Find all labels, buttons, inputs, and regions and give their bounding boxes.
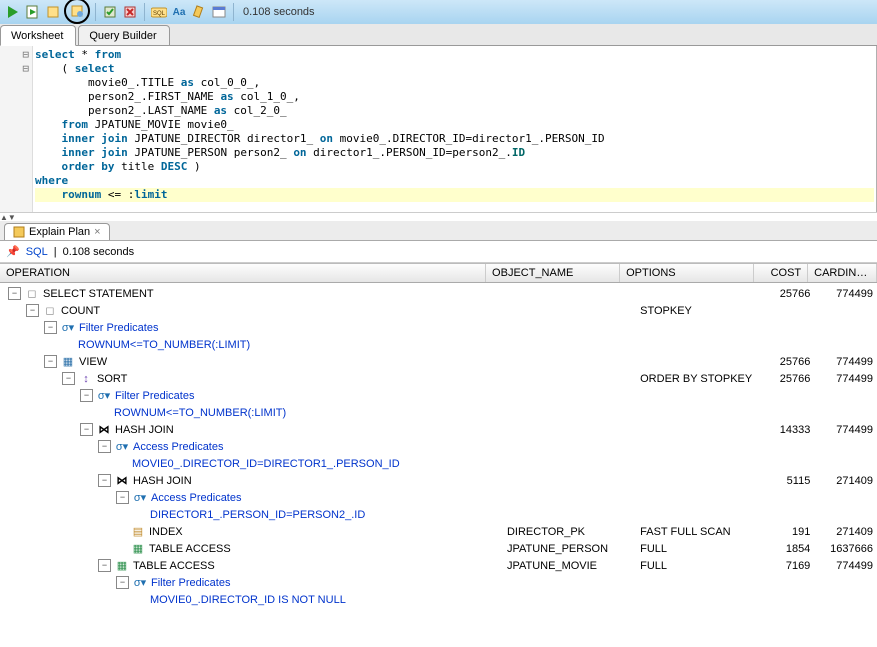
close-icon[interactable]: ×: [94, 226, 100, 238]
collapse-icon[interactable]: −: [44, 355, 57, 368]
plan-row[interactable]: −▦VIEW 25766774499: [4, 353, 877, 370]
plan-row[interactable]: −⋈HASH JOIN 14333774499: [4, 421, 877, 438]
result-tabs: Explain Plan ×: [0, 221, 877, 241]
sql-link[interactable]: SQL: [26, 246, 48, 258]
col-operation[interactable]: OPERATION: [0, 264, 486, 282]
join-icon: ⋈: [97, 423, 111, 436]
table-icon: ▦: [131, 542, 145, 555]
sql-history-button[interactable]: SQL: [150, 3, 168, 21]
tab-explain-plan[interactable]: Explain Plan ×: [4, 223, 110, 240]
collapse-icon[interactable]: −: [80, 389, 93, 402]
run-button[interactable]: [4, 3, 22, 21]
collapse-icon[interactable]: −: [44, 321, 57, 334]
plan-row-predicate-detail[interactable]: ROWNUM<=TO_NUMBER(:LIMIT): [4, 336, 877, 353]
commit-button[interactable]: [101, 3, 119, 21]
sigma-icon: σ▾: [115, 440, 129, 453]
plan-row-predicate-detail[interactable]: MOVIE0_.DIRECTOR_ID=DIRECTOR1_.PERSON_ID: [4, 455, 877, 472]
tab-worksheet[interactable]: Worksheet: [0, 25, 76, 46]
collapse-icon[interactable]: −: [98, 440, 111, 453]
autotrace-button[interactable]: [68, 2, 86, 20]
collapse-icon[interactable]: −: [116, 576, 129, 589]
plan-row[interactable]: −◻SELECT STATEMENT 25766774499: [4, 285, 877, 302]
result-tab-label: Explain Plan: [29, 226, 90, 238]
collapse-icon[interactable]: −: [26, 304, 39, 317]
plan-row-predicate-detail[interactable]: MOVIE0_.DIRECTOR_ID IS NOT NULL: [4, 591, 877, 608]
collapse-icon[interactable]: −: [116, 491, 129, 504]
execution-time: 0.108 seconds: [243, 6, 315, 18]
plan-row-predicate[interactable]: −σ▾Filter Predicates: [4, 574, 877, 591]
result-toolbar: 📌 SQL | 0.108 seconds: [0, 241, 877, 263]
collapse-icon[interactable]: −: [62, 372, 75, 385]
sql-code[interactable]: select * from ( select movie0_.TITLE as …: [33, 46, 877, 212]
to-upper-button[interactable]: Aa: [170, 3, 188, 21]
index-icon: ▤: [131, 525, 145, 538]
explain-plan-button[interactable]: [44, 3, 62, 21]
sort-icon: ↕: [79, 373, 93, 385]
pin-icon[interactable]: 📌: [6, 245, 20, 258]
plan-row[interactable]: ▤INDEX DIRECTOR_PKFAST FULL SCAN19127140…: [4, 523, 877, 540]
toolbar-separator: [233, 3, 234, 21]
sigma-icon: σ▾: [61, 321, 75, 334]
col-cardinality[interactable]: CARDINALITY: [808, 264, 877, 282]
plan-row-predicate[interactable]: −σ▾Filter Predicates: [4, 319, 877, 336]
count-icon: ◻: [43, 304, 57, 317]
editor-tabs: Worksheet Query Builder: [0, 24, 877, 46]
collapse-icon[interactable]: −: [98, 559, 111, 572]
separator: |: [54, 246, 57, 258]
plan-row-predicate[interactable]: −σ▾Access Predicates: [4, 489, 877, 506]
sigma-icon: σ▾: [133, 491, 147, 504]
plan-row[interactable]: ▦TABLE ACCESS JPATUNE_PERSONFULL18541637…: [4, 540, 877, 557]
collapse-icon[interactable]: −: [98, 474, 111, 487]
book-icon: [13, 226, 25, 238]
fold-gutter: ⊟ ⊟: [0, 46, 33, 212]
statement-icon: ◻: [25, 287, 39, 300]
autotrace-button-highlighted[interactable]: [64, 0, 90, 24]
table-icon: ▦: [115, 559, 129, 572]
toolbar-separator: [144, 3, 145, 21]
sigma-icon: σ▾: [133, 576, 147, 589]
toolbar-separator: [95, 3, 96, 21]
sql-editor[interactable]: ⊟ ⊟ select * from ( select movie0_.TITLE…: [0, 46, 877, 213]
plan-row-predicate[interactable]: −σ▾Filter Predicates: [4, 387, 877, 404]
plan-row-predicate-detail[interactable]: ROWNUM<=TO_NUMBER(:LIMIT): [4, 404, 877, 421]
join-icon: ⋈: [115, 474, 129, 487]
plan-row[interactable]: −▦TABLE ACCESS JPATUNE_MOVIEFULL71697744…: [4, 557, 877, 574]
col-cost[interactable]: COST: [754, 264, 808, 282]
plan-row[interactable]: −↕SORT ORDER BY STOPKEY25766774499: [4, 370, 877, 387]
clear-button[interactable]: [190, 3, 208, 21]
plan-grid-header: OPERATION OBJECT_NAME OPTIONS COST CARDI…: [0, 263, 877, 283]
col-options[interactable]: OPTIONS: [620, 264, 754, 282]
plan-row[interactable]: −◻COUNT STOPKEY: [4, 302, 877, 319]
view-icon: ▦: [61, 355, 75, 368]
toolbar: SQL Aa 0.108 seconds: [0, 0, 877, 24]
schedule-button[interactable]: [210, 3, 228, 21]
splitter[interactable]: ▲▼: [0, 213, 877, 221]
plan-row-predicate[interactable]: −σ▾Access Predicates: [4, 438, 877, 455]
sigma-icon: σ▾: [97, 389, 111, 402]
run-script-button[interactable]: [24, 3, 42, 21]
svg-text:SQL: SQL: [153, 11, 166, 17]
explain-plan-tree[interactable]: −◻SELECT STATEMENT 25766774499 −◻COUNT S…: [0, 283, 877, 616]
col-object-name[interactable]: OBJECT_NAME: [486, 264, 620, 282]
collapse-icon[interactable]: −: [8, 287, 21, 300]
collapse-icon[interactable]: −: [80, 423, 93, 436]
plan-row-predicate-detail[interactable]: DIRECTOR1_.PERSON_ID=PERSON2_.ID: [4, 506, 877, 523]
result-timing: 0.108 seconds: [63, 246, 135, 258]
tab-query-builder[interactable]: Query Builder: [78, 25, 169, 46]
rollback-button[interactable]: [121, 3, 139, 21]
plan-row[interactable]: −⋈HASH JOIN 5115271409: [4, 472, 877, 489]
